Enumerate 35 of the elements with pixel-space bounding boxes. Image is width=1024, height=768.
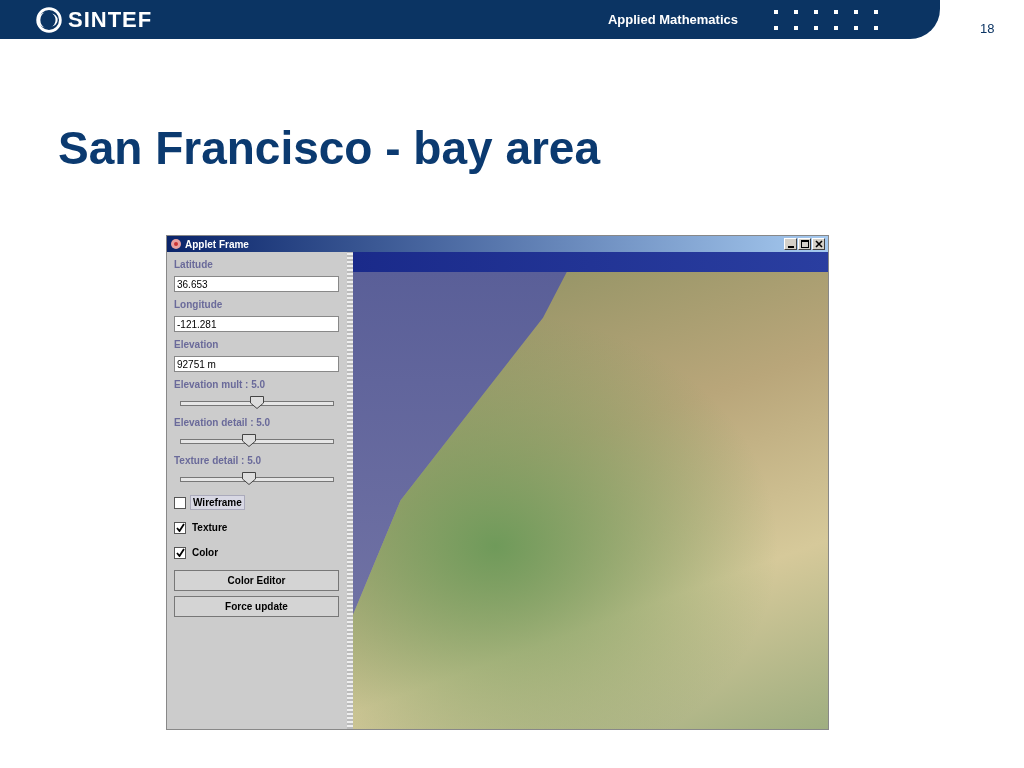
slider-label: Elevation mult : 5.0	[174, 378, 267, 392]
input-field[interactable]: 92751 m	[174, 356, 339, 372]
check-icon	[175, 523, 185, 532]
checkbox-label[interactable]: Texture	[190, 521, 230, 534]
checkbox-label[interactable]: Color	[190, 546, 221, 559]
panel-button[interactable]: Color Editor	[174, 570, 339, 591]
department-label: Applied Mathematics	[607, 12, 738, 27]
slider-label: Elevation detail : 5.0	[174, 416, 272, 430]
maximize-button[interactable]	[798, 238, 811, 250]
checkbox-label[interactable]: Wireframe	[190, 495, 245, 510]
slider-thumb[interactable]	[242, 472, 257, 485]
slide-title: San Francisco - bay area	[58, 121, 602, 175]
input-field[interactable]: 36.653	[174, 276, 339, 292]
field-label: Elevation	[174, 338, 220, 352]
logo-icon	[36, 6, 62, 33]
splitter-handle[interactable]	[347, 252, 353, 729]
field-label: Latitude	[174, 258, 214, 272]
checkbox[interactable]	[174, 496, 186, 509]
field-label: Longitude	[174, 298, 224, 312]
close-button[interactable]	[812, 238, 825, 250]
panel-button[interactable]: Force update	[174, 596, 339, 617]
checkbox[interactable]	[174, 521, 186, 534]
maximize-icon	[800, 240, 809, 248]
minimize-button[interactable]	[784, 238, 797, 250]
page-number: 18	[980, 21, 995, 36]
check-icon	[175, 548, 185, 557]
close-icon	[814, 240, 823, 248]
slider-label: Texture detail : 5.0	[174, 454, 263, 468]
input-field[interactable]: -121.281	[174, 316, 339, 332]
window-title: Applet Frame	[185, 238, 249, 250]
slider-thumb[interactable]	[250, 396, 264, 409]
checkbox[interactable]	[174, 546, 186, 559]
app-icon	[170, 238, 182, 250]
slider-thumb[interactable]	[242, 434, 257, 447]
logo-text: SINTEF	[68, 6, 153, 33]
